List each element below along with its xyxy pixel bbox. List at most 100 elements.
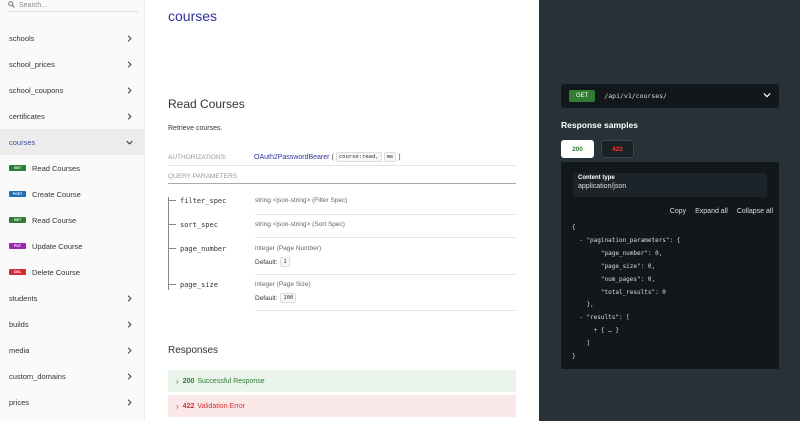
auth-scope: course:read, — [335, 152, 382, 162]
sidebar-item-school-coupons[interactable]: school_coupons — [0, 77, 144, 103]
sidebar-subitem-read-courses[interactable]: GET Read Courses — [0, 155, 144, 181]
search-icon — [8, 1, 15, 10]
sidebar-subitem-create-course[interactable]: POST Create Course — [0, 181, 144, 207]
search-box[interactable]: Search... — [8, 0, 138, 12]
operation-title: Read Courses — [168, 97, 245, 111]
content-type-label: Content type — [578, 175, 615, 181]
sidebar-subitem-update-course[interactable]: PUT Update Course — [0, 233, 144, 259]
param-default: Default: 1 — [255, 257, 290, 267]
auth-close-paren: ) — [398, 153, 401, 161]
copy-button[interactable]: Copy — [670, 208, 686, 215]
sidebar-item-school-prices[interactable]: school_prices — [0, 51, 144, 77]
sidebar-item-courses[interactable]: courses — [0, 129, 144, 155]
json-line: "page_number": 0, — [572, 249, 663, 257]
chevron-right-icon — [125, 398, 133, 406]
json-line[interactable]: + { … } — [572, 325, 680, 338]
sidebar-item-label: students — [9, 293, 38, 303]
sidebar-item-label: certificates — [9, 111, 45, 121]
query-parameters-label: QUERY PARAMETERS — [168, 173, 237, 180]
chevron-down-icon — [763, 91, 771, 101]
json-line: ] — [572, 340, 591, 348]
samples-panel: GET /api/v1/courses/ Response samples 20… — [539, 0, 800, 421]
param-info: integer (Page Number) — [255, 245, 322, 252]
param-tree-line — [168, 197, 172, 290]
sidebar-subitem-label: Read Courses — [32, 163, 80, 173]
chevron-right-icon: › — [176, 401, 179, 411]
response-422[interactable]: › 422 Validation Error — [168, 395, 516, 417]
sidebar-item-label: custom_domains — [9, 371, 66, 381]
sidebar-item-label: school_coupons — [9, 85, 64, 95]
json-line[interactable]: - "results": [ — [572, 312, 680, 325]
sidebar-item-label: prices — [9, 397, 30, 407]
chevron-right-icon — [125, 346, 133, 354]
chevron-right-icon — [125, 372, 133, 380]
json-line: "total_results": 0 — [572, 288, 666, 296]
authorizations-value: OAuth2PasswordBearer ( course:read, me ) — [254, 152, 401, 162]
sidebar: Search... schools school_prices school_c… — [0, 0, 145, 421]
method-badge: GET — [9, 165, 26, 171]
sidebar-item-prices[interactable]: prices — [0, 389, 144, 415]
param-info: string <json-string> (Filter Spec) — [255, 197, 348, 204]
sidebar-item-builds[interactable]: builds — [0, 311, 144, 337]
sidebar-item-custom-domains[interactable]: custom_domains — [0, 363, 144, 389]
method-badge: POST — [9, 191, 26, 197]
chevron-right-icon — [125, 60, 133, 68]
sidebar-subitem-delete-course[interactable]: DEL Delete Course — [0, 259, 144, 285]
sidebar-subitem-label: Delete Course — [32, 267, 80, 277]
authorizations-row: AUTHORIZATIONS: OAuth2PasswordBearer ( c… — [168, 149, 516, 166]
divider — [255, 274, 516, 275]
method-badge: GET — [9, 217, 26, 223]
json-line: { — [572, 224, 576, 231]
json-line: } — [572, 353, 576, 361]
method-badge: PUT — [9, 243, 26, 249]
json-line: "page_size": 0, — [572, 262, 656, 270]
divider — [255, 237, 516, 238]
sidebar-item-certificates[interactable]: certificates — [0, 103, 144, 129]
sidebar-item-label: school_prices — [9, 59, 55, 69]
main-content: courses Read Courses Retrieve courses. A… — [145, 0, 539, 421]
responses-title: Responses — [168, 345, 219, 356]
response-code: 200 — [182, 377, 195, 385]
param-name: sort_spec — [180, 221, 218, 229]
tab-422[interactable]: 422 — [601, 140, 634, 158]
sidebar-subitem-label: Read Course — [32, 215, 77, 225]
chevron-right-icon — [125, 112, 133, 120]
sidebar-item-label: builds — [9, 319, 29, 329]
chevron-right-icon: › — [176, 376, 179, 386]
param-hook — [168, 224, 176, 225]
divider — [255, 214, 516, 215]
divider — [255, 310, 516, 311]
param-name: page_size — [180, 281, 218, 289]
expand-all-button[interactable]: Expand all — [695, 208, 728, 215]
sidebar-subitem-label: Create Course — [32, 189, 81, 199]
section-title: courses — [168, 8, 218, 24]
collapse-all-button[interactable]: Collapse all — [737, 208, 773, 215]
response-200[interactable]: › 200 Successful Response — [168, 370, 516, 392]
authorizations-label: AUTHORIZATIONS: — [168, 153, 227, 161]
param-default: Default: 100 — [255, 293, 297, 303]
default-label: Default: — [255, 258, 278, 266]
default-value: 1 — [280, 257, 290, 267]
response-text: Validation Error — [197, 402, 246, 410]
default-label: Default: — [255, 294, 278, 302]
chevron-right-icon — [125, 320, 133, 328]
endpoint-bar[interactable]: GET /api/v1/courses/ — [561, 84, 779, 108]
param-name: page_number — [180, 245, 227, 253]
sidebar-item-students[interactable]: students — [0, 285, 144, 311]
tab-200[interactable]: 200 — [561, 140, 594, 158]
search-input[interactable]: Search... — [19, 2, 47, 9]
param-name: filter_spec — [180, 197, 227, 205]
param-hook — [168, 284, 176, 285]
auth-scheme: OAuth2PasswordBearer — [254, 153, 330, 161]
json-sample: { - "pagination_parameters": { "page_num… — [572, 222, 680, 364]
sidebar-subitem-read-course[interactable]: GET Read Course — [0, 207, 144, 233]
chevron-down-icon — [125, 138, 133, 146]
default-value: 100 — [280, 293, 297, 303]
sidebar-item-media[interactable]: media — [0, 337, 144, 363]
json-line[interactable]: - "pagination_parameters": { — [572, 235, 680, 248]
sidebar-item-label: media — [9, 345, 30, 355]
endpoint-path: /api/v1/courses/ — [604, 92, 667, 100]
sidebar-item-schools[interactable]: schools — [0, 25, 144, 51]
json-line: }, — [572, 301, 594, 309]
method-badge: DEL — [9, 269, 26, 275]
